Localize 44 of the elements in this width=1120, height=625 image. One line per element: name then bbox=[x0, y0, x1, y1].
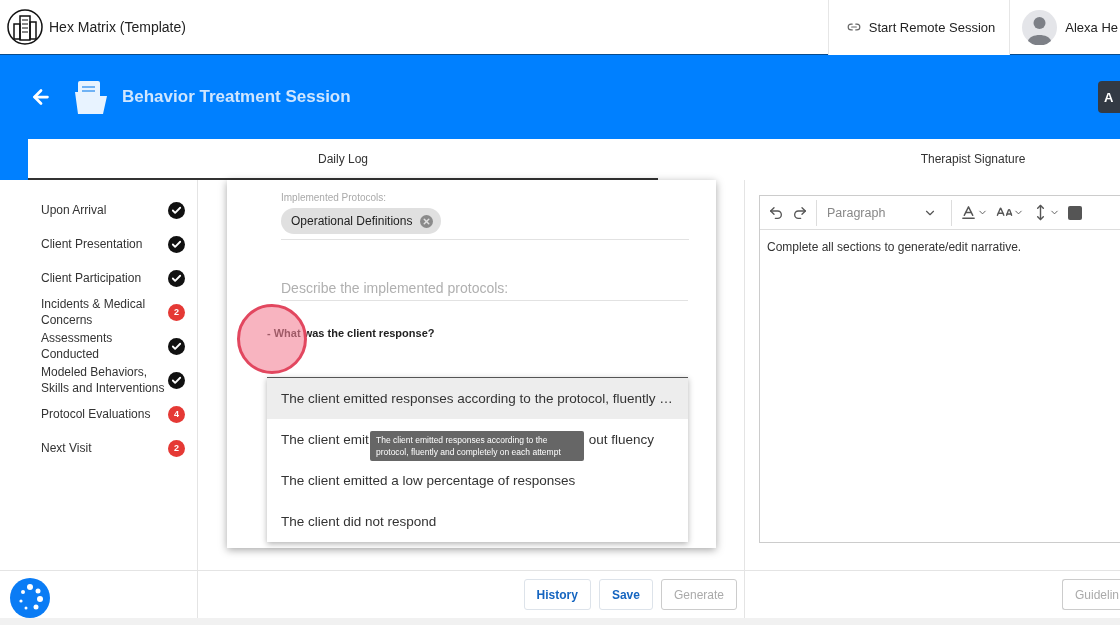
footer-button[interactable]: History bbox=[523, 579, 591, 610]
check-icon bbox=[168, 269, 185, 287]
menu-option[interactable]: The client emitted a low percentage of responses bbox=[267, 460, 688, 501]
font-color-icon[interactable] bbox=[960, 204, 988, 221]
sidebar-item[interactable]: Upon Arrival bbox=[41, 202, 166, 218]
undo-icon[interactable] bbox=[768, 204, 784, 221]
menu-option[interactable]: The client emitted responses according to the protocol, fluently … bbox=[267, 378, 688, 419]
building-logo-icon bbox=[7, 9, 43, 45]
text-editor[interactable]: Paragraph Complete all sections to generate/edit narrative. bbox=[759, 195, 1120, 543]
chat-widget-icon[interactable] bbox=[9, 577, 51, 619]
sidebar-item[interactable]: Incidents & Medical Concerns bbox=[41, 296, 166, 328]
sidebar-item[interactable]: Assessments Conducted bbox=[41, 330, 166, 362]
field-label: Implemented Protocols: bbox=[280, 192, 388, 203]
count-badge: 2 bbox=[168, 439, 185, 457]
avatar-icon[interactable] bbox=[1022, 9, 1058, 45]
check-icon bbox=[168, 235, 185, 253]
menu-option[interactable]: The client did not respond bbox=[267, 501, 688, 542]
check-icon bbox=[168, 371, 185, 389]
sidebar-item[interactable]: Modeled Behaviors, Skills and Interventions bbox=[41, 364, 166, 396]
app-title: Hex Matrix (Template) bbox=[49, 19, 187, 35]
protocol-chip[interactable]: Operational Definitions bbox=[281, 208, 442, 234]
block-format-dropdown[interactable]: Paragraph bbox=[825, 205, 943, 220]
back-button[interactable] bbox=[30, 86, 52, 108]
sidebar-item[interactable]: Next Visit bbox=[41, 440, 166, 456]
check-icon bbox=[168, 337, 185, 355]
page-title: Behavior Treatment Session bbox=[122, 87, 352, 107]
user-name: Alexa He bbox=[1065, 19, 1118, 35]
header-button[interactable]: A bbox=[1098, 81, 1120, 113]
link-icon bbox=[846, 20, 861, 34]
sidebar-item[interactable]: Client Participation bbox=[41, 270, 166, 286]
sidebar-item[interactable]: Client Presentation bbox=[41, 236, 166, 252]
start-remote-session-button[interactable]: Start Remote Session bbox=[827, 0, 1011, 55]
tooltip: The client emitted responses according to the protocol, fluently and completely on each attempt bbox=[370, 431, 584, 461]
count-badge: 2 bbox=[168, 303, 185, 321]
sidebar-item[interactable]: Protocol Evaluations bbox=[41, 406, 166, 422]
remove-icon[interactable] bbox=[420, 214, 434, 228]
input-field[interactable]: Describe the implemented protocols: bbox=[281, 280, 688, 301]
footer-button[interactable]: Save bbox=[598, 579, 653, 610]
editor-text: Complete all sections to generate/edit narrative. bbox=[766, 239, 1023, 256]
redo-icon[interactable] bbox=[792, 204, 808, 221]
count-badge: 4 bbox=[168, 405, 185, 423]
highlight-icon[interactable] bbox=[1068, 205, 1082, 220]
folder-icon bbox=[72, 78, 110, 116]
check-icon bbox=[168, 201, 185, 219]
